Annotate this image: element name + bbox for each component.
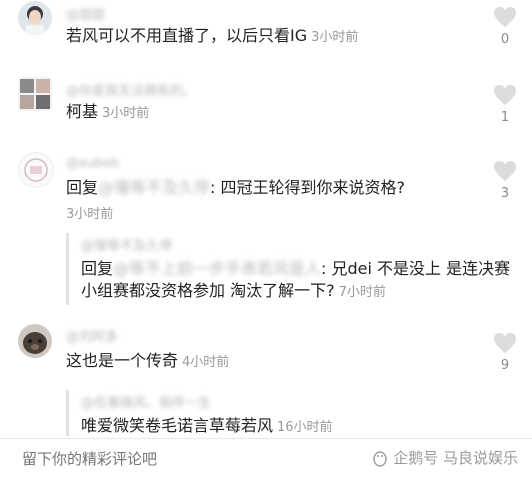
reply-target[interactable]: @等不上前一步手表若风是人 (113, 259, 321, 278)
comment-time: 3小时前 (311, 30, 359, 45)
username[interactable]: @甜甜 (66, 4, 105, 23)
comment-input[interactable] (20, 449, 324, 469)
like-count: 3 (500, 186, 510, 201)
username[interactable]: @任事随风、相伴一生 (81, 392, 333, 411)
like-button[interactable]: 1 (490, 84, 520, 125)
heart-icon (494, 85, 516, 105)
nested-text: 唯爱微笑卷毛诺言草莓若风 16小时前 (81, 415, 333, 439)
nested-body-line1: : 兄dei 不是没上 是连决赛 (321, 259, 511, 278)
nested-text: 回复@等不上前一步手表若风是人: 兄dei 不是没上 是连决赛 (81, 258, 510, 280)
nested-text-line2: 小组赛都没资格参加 淘汰了解一下? 7小时前 (81, 280, 510, 304)
comment-body: 若风可以不用直播了，以后只看IG (66, 26, 308, 45)
comment-time: 4小时前 (182, 355, 230, 370)
comment-text: 若风可以不用直播了，以后只看IG 3小时前 (66, 25, 358, 49)
avatar[interactable] (18, 77, 52, 111)
comment-text: 回复@慢等不及久停: 四冠王轮得到你来说资格? (66, 177, 405, 199)
reply-target[interactable]: @慢等不及久停 (98, 178, 210, 197)
like-count: 1 (500, 110, 510, 125)
comment-body: 柯基 (66, 102, 99, 121)
avatar[interactable] (18, 1, 52, 35)
username[interactable]: @慢等不及久停 (81, 235, 510, 254)
comment-text: 这也是一个传奇 4小时前 (66, 350, 229, 374)
username[interactable]: @xubeb (66, 156, 119, 171)
comment-time: 3小时前 (102, 106, 150, 121)
avatar[interactable] (18, 324, 52, 358)
reply-prefix: 回复 (66, 178, 99, 197)
username[interactable]: @刘阿多 (66, 326, 118, 345)
like-button[interactable]: 3 (490, 160, 520, 201)
nested-body: 唯爱微笑卷毛诺言草莓若风 (81, 416, 274, 435)
nested-reply: @任事随风、相伴一生 唯爱微笑卷毛诺言草莓若风 16小时前 (66, 390, 333, 436)
like-count: 9 (500, 358, 510, 373)
heart-icon (494, 161, 516, 181)
comment-body: : 四冠王轮得到你来说资格? (210, 178, 406, 197)
reply-prefix: 回复 (81, 259, 114, 278)
nested-time: 7小时前 (338, 285, 386, 300)
penguin-logo-icon (373, 450, 387, 467)
nested-reply: @慢等不及久停 回复@等不上前一步手表若风是人: 兄dei 不是没上 是连决赛 … (66, 233, 510, 305)
heart-icon (494, 7, 516, 27)
comment-time: 3小时前 (66, 207, 114, 222)
watermark: 企鹅号 马良说娱乐 (371, 447, 518, 468)
watermark-text: 企鹅号 马良说娱乐 (393, 449, 518, 467)
heart-icon (494, 333, 516, 353)
avatar[interactable] (18, 152, 54, 188)
like-count: 0 (500, 32, 510, 47)
like-button[interactable]: 0 (490, 6, 520, 47)
username[interactable]: @你是我无法拥有的。 (66, 80, 196, 99)
comment-input-bar: 企鹅号 马良说娱乐 (0, 438, 532, 479)
comment-text: 柯基 3小时前 (66, 101, 149, 125)
like-button[interactable]: 9 (490, 332, 520, 373)
nested-body-line2: 小组赛都没资格参加 淘汰了解一下? (81, 281, 335, 300)
nested-time: 16小时前 (277, 420, 333, 435)
comment-body: 这也是一个传奇 (66, 351, 179, 370)
